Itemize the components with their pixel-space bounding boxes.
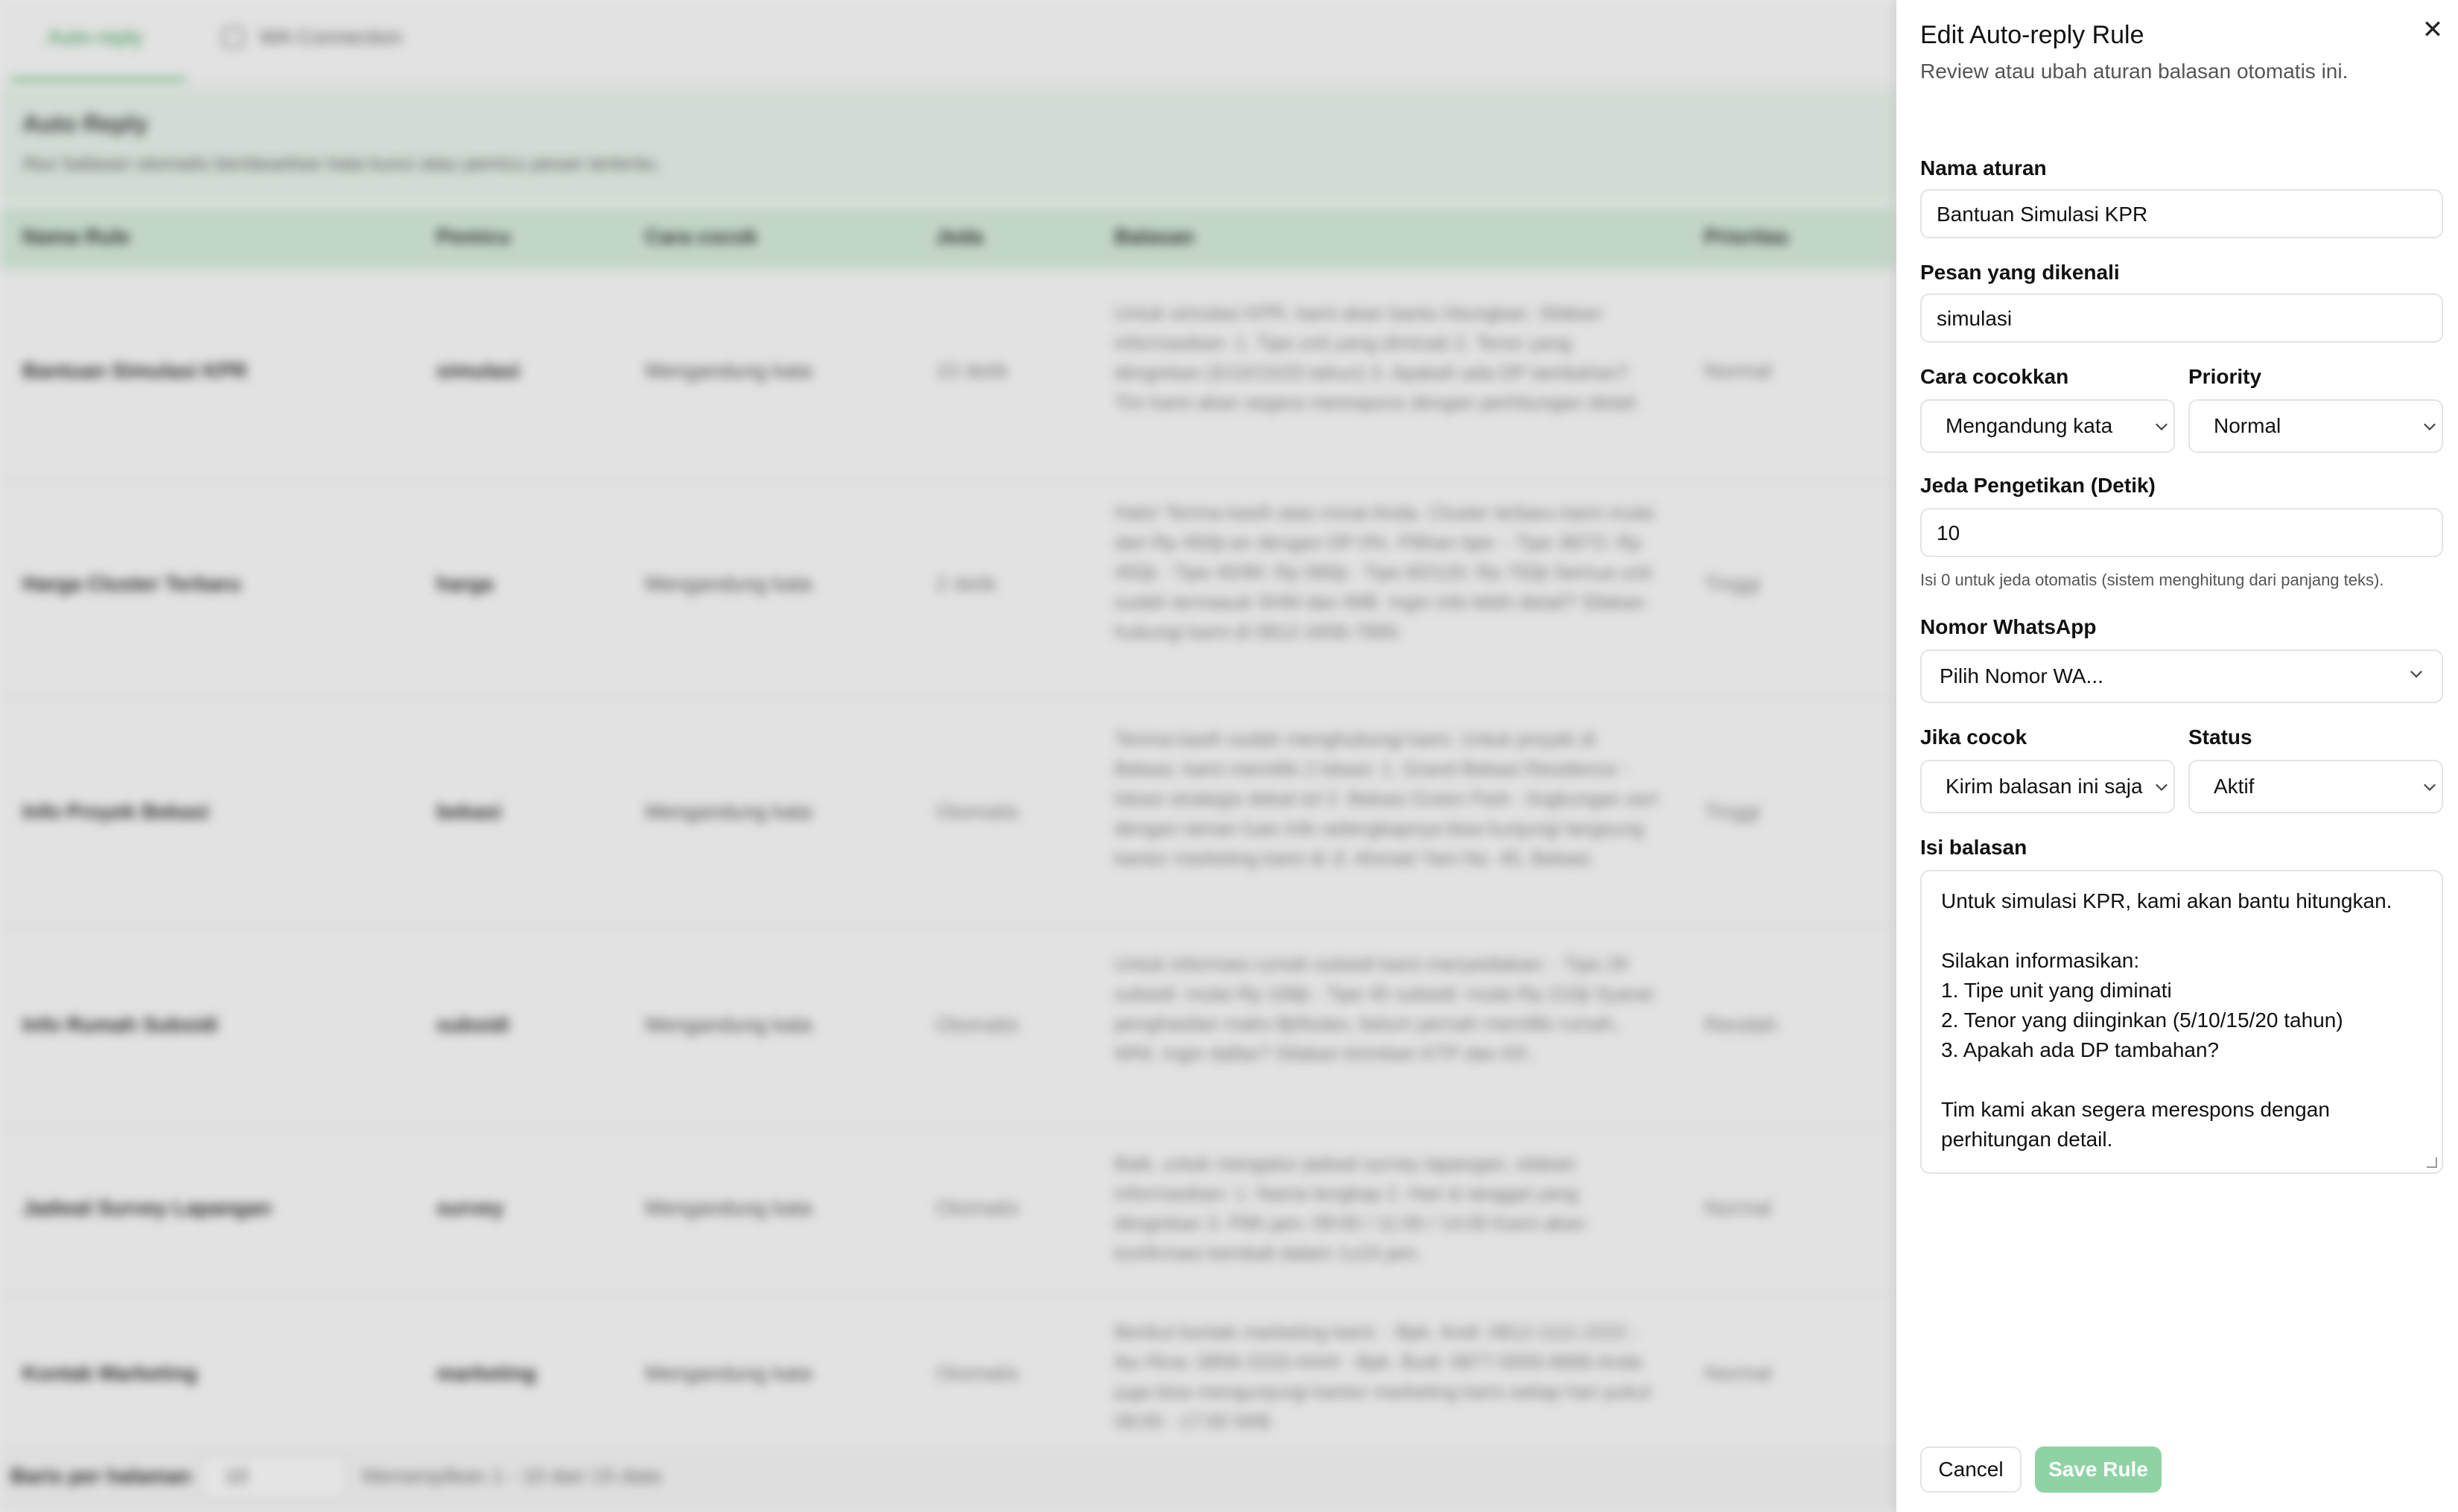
reply-body-value: Untuk simulasi KPR, kami akan bantu hitu… bbox=[1941, 889, 2392, 1151]
whatsapp-select[interactable]: Pilih Nomor WA... bbox=[1920, 649, 2443, 703]
typing-delay-hint: Isi 0 untuk jeda otomatis (sistem menghi… bbox=[1920, 571, 2384, 589]
save-rule-button[interactable]: Save Rule bbox=[2035, 1446, 2162, 1493]
match-mode-value: Mengandung kata bbox=[1946, 414, 2113, 437]
chevron-down-icon bbox=[2424, 779, 2436, 791]
rule-name-label: Nama aturan bbox=[1920, 156, 2047, 180]
reply-body-textarea[interactable]: Untuk simulasi KPR, kami akan bantu hitu… bbox=[1920, 870, 2443, 1174]
resize-handle-icon[interactable] bbox=[2427, 1157, 2437, 1168]
edit-rule-sheet: Edit Auto-reply Rule Review atau ubah at… bbox=[1896, 0, 2458, 1512]
match-mode-select[interactable]: Mengandung kata bbox=[1920, 399, 2175, 453]
chevron-down-icon bbox=[2156, 779, 2168, 791]
trigger-input[interactable]: simulasi bbox=[1920, 293, 2443, 343]
typing-delay-input[interactable]: 10 bbox=[1920, 508, 2443, 557]
reply-body-label: Isi balasan bbox=[1920, 836, 2027, 859]
trigger-value: simulasi bbox=[1937, 307, 2013, 330]
trigger-label: Pesan yang dikenali bbox=[1920, 261, 2120, 284]
typing-delay-label: Jeda Pengetikan (Detik) bbox=[1920, 474, 2156, 497]
chevron-down-icon bbox=[2156, 419, 2168, 431]
cancel-button[interactable]: Cancel bbox=[1920, 1446, 2022, 1493]
close-icon[interactable]: ✕ bbox=[2421, 17, 2445, 42]
on-match-value: Kirim balasan ini saja bbox=[1946, 775, 2143, 798]
status-select[interactable]: Aktif bbox=[2188, 760, 2443, 813]
typing-delay-value: 10 bbox=[1937, 521, 1960, 544]
chevron-down-icon bbox=[2424, 419, 2436, 431]
status-value: Aktif bbox=[2214, 775, 2255, 798]
rule-name-value: Bantuan Simulasi KPR bbox=[1937, 203, 2148, 226]
priority-value: Normal bbox=[2214, 414, 2281, 437]
sheet-description: Review atau ubah aturan balasan otomatis… bbox=[1920, 60, 2349, 83]
whatsapp-placeholder: Pilih Nomor WA... bbox=[1940, 664, 2103, 687]
chevron-down-icon bbox=[2410, 666, 2422, 678]
on-match-label: Jika cocok bbox=[1920, 725, 2027, 749]
status-label: Status bbox=[2188, 725, 2252, 749]
priority-label: Priority bbox=[2188, 365, 2262, 388]
rule-name-input[interactable]: Bantuan Simulasi KPR bbox=[1920, 189, 2443, 238]
priority-select[interactable]: Normal bbox=[2188, 399, 2443, 453]
on-match-select[interactable]: Kirim balasan ini saja bbox=[1920, 760, 2175, 813]
sheet-title: Edit Auto-reply Rule bbox=[1920, 21, 2144, 49]
match-mode-label: Cara cocokkan bbox=[1920, 365, 2069, 388]
whatsapp-label: Nomor WhatsApp bbox=[1920, 615, 2097, 638]
modal-overlay[interactable] bbox=[0, 0, 1896, 1512]
background-page: Auto-reply WA Connection Auto Reply Atur… bbox=[0, 0, 1896, 1512]
